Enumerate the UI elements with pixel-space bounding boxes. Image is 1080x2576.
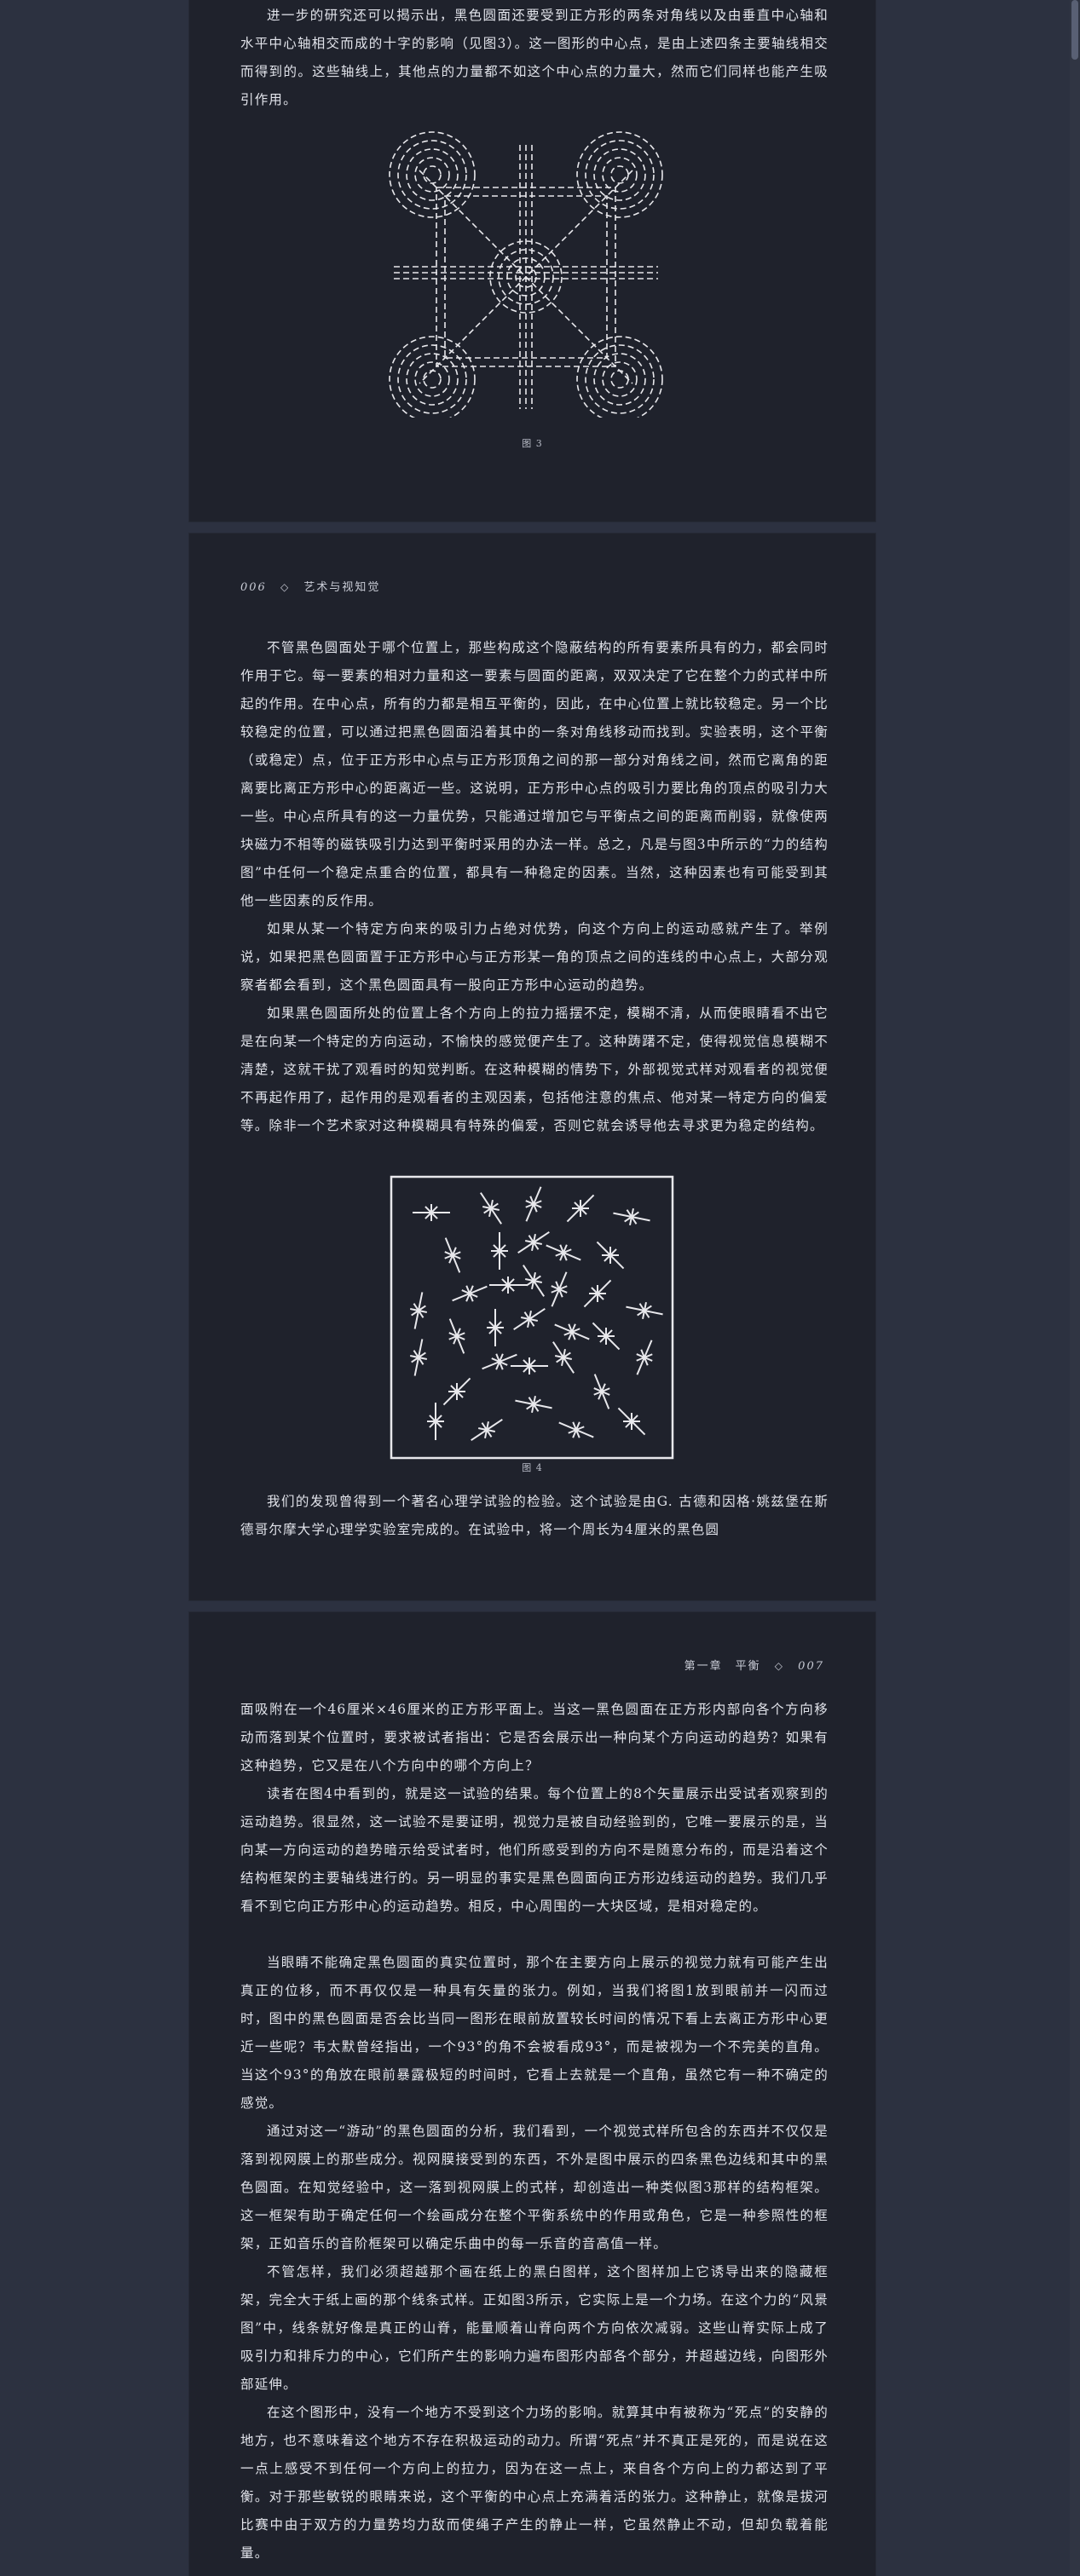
body-paragraph: 不管黑色圆面处于哪个位置上，那些构成这个隐蔽结构的所有要素所具有的力，都会同时作… xyxy=(240,640,829,908)
body-paragraph: 进一步的研究还可以揭示出，黑色圆面还要受到正方形的两条对角线以及由垂直中心轴和水… xyxy=(240,8,829,107)
vector-star xyxy=(511,1357,548,1374)
vector-star xyxy=(546,1244,581,1261)
vector-star xyxy=(523,1265,545,1297)
vector-star xyxy=(552,1341,575,1374)
vector-star xyxy=(617,1407,646,1436)
document-page: 进一步的研究还可以揭示出，黑色圆面还要受到正方形的两条对角线以及由垂直中心轴和水… xyxy=(189,0,875,522)
force-field-lines xyxy=(389,131,663,418)
vector-star xyxy=(558,1421,594,1438)
field-arc xyxy=(602,157,638,193)
field-arc xyxy=(397,344,467,414)
vector-star xyxy=(525,1186,542,1222)
vector-star xyxy=(448,1318,465,1354)
body-paragraph: 面吸附在一个46厘米×46厘米的正方形平面上。当这一黑色圆面在正方形内部向各个方… xyxy=(240,1702,829,1773)
vector-star xyxy=(583,1279,612,1308)
field-arc xyxy=(423,370,442,389)
vector-star xyxy=(593,1374,610,1409)
field-arc xyxy=(406,148,459,201)
body-paragraph: 读者在图4中看到的，就是这一试验的结果。每个位置上的8个矢量展示出受试者观察到的… xyxy=(240,1786,829,1914)
document-page: 第一章 平衡 ◇ 007 面吸附在一个46厘米×46厘米的正方形平面上。当这一黑… xyxy=(189,1612,875,2576)
page-number: 007 xyxy=(798,1660,824,1673)
vector-star xyxy=(410,1339,427,1376)
field-arc xyxy=(414,157,450,193)
scrollbar[interactable] xyxy=(1070,0,1080,2576)
vector-star xyxy=(515,1396,552,1413)
body-paragraph: 我们的发现曾得到一个著名心理学试验的检验。这个试验是由G. 古德和因格·姚兹堡在… xyxy=(240,1494,829,1537)
vector-star xyxy=(489,1276,527,1294)
field-arc xyxy=(585,140,655,210)
body-paragraph: 如果从某一个特定方向来的吸引力占绝对优势，向这个方向上的运动感就产生了。举例说，… xyxy=(240,921,829,993)
vector-star xyxy=(480,1192,502,1225)
scrollbar-thumb[interactable] xyxy=(1071,0,1078,60)
page-header: 006 ◇ 艺术与视知觉 xyxy=(240,578,380,594)
vector-star xyxy=(491,1232,508,1270)
field-arc xyxy=(610,165,629,184)
vector-star xyxy=(442,1377,471,1406)
vector-star xyxy=(471,1419,503,1441)
diamond-icon: ◇ xyxy=(774,1660,785,1672)
field-arc xyxy=(593,148,646,201)
vector-star xyxy=(444,1237,461,1273)
body-paragraph: 通过对这一“游动”的黑色圆面的分析，我们看到，一个视觉式样所包含的东西并不仅仅是… xyxy=(240,2124,829,2251)
body-paragraph: 不管怎样，我们必须超越那个画在纸上的黑白图样，这个图样加上它诱导出来的隐藏框架，… xyxy=(240,2264,829,2392)
chapter-title: 第一章 平衡 xyxy=(684,1660,761,1673)
vector-star xyxy=(517,1231,550,1253)
vector-star xyxy=(566,1194,595,1223)
field-arc xyxy=(406,353,459,406)
body-paragraph: 当眼睛不能确定黑色圆面的真实位置时，那个在主要方向上展示的视觉力就有可能产生出真… xyxy=(240,1955,829,2111)
figure-caption: 图 3 xyxy=(522,438,543,449)
body-paragraph: 在这个图形中，没有一个地方不受到这个力场的影响。就算其中有被称为“死点”的安静的… xyxy=(240,2405,829,2561)
vector-star xyxy=(487,1309,504,1346)
vector-marks xyxy=(410,1186,663,1441)
figure-4-vector-diagram xyxy=(390,1175,674,1460)
field-arc xyxy=(593,353,646,406)
vector-star xyxy=(636,1340,653,1375)
diamond-icon: ◇ xyxy=(280,581,291,593)
vector-star xyxy=(626,1302,663,1319)
book-title: 艺术与视知觉 xyxy=(303,581,381,594)
document-page: 006 ◇ 艺术与视知觉 不管黑色圆面处于哪个位置上，那些构成这个隐蔽结构的所有… xyxy=(189,533,875,1600)
field-arc xyxy=(585,344,655,414)
vector-star xyxy=(413,1204,450,1221)
vector-star xyxy=(427,1403,444,1440)
vector-star xyxy=(452,1285,488,1302)
vector-star xyxy=(596,1241,625,1270)
field-arc xyxy=(576,131,663,218)
field-arc xyxy=(389,131,476,218)
figure-caption: 图 4 xyxy=(522,1462,543,1473)
vector-star xyxy=(482,1353,517,1370)
body-paragraph: 如果黑色圆面所处的位置上各个方向上的拉力摇摆不定，模糊不清，从而使眼睛看不出它是… xyxy=(240,1006,829,1133)
field-arc xyxy=(610,370,629,389)
figure-3-force-field xyxy=(389,131,663,418)
page-header: 第一章 平衡 ◇ 007 xyxy=(684,1657,824,1673)
vector-star xyxy=(554,1323,590,1340)
field-arc xyxy=(397,140,467,210)
vector-star xyxy=(410,1292,427,1329)
vector-star xyxy=(592,1322,621,1351)
field-arc xyxy=(414,361,450,397)
vector-star xyxy=(613,1208,650,1225)
field-arc xyxy=(602,361,638,397)
field-arc xyxy=(423,165,442,184)
vector-star xyxy=(551,1271,568,1307)
page-number: 006 xyxy=(240,581,267,594)
vector-star xyxy=(513,1308,546,1330)
